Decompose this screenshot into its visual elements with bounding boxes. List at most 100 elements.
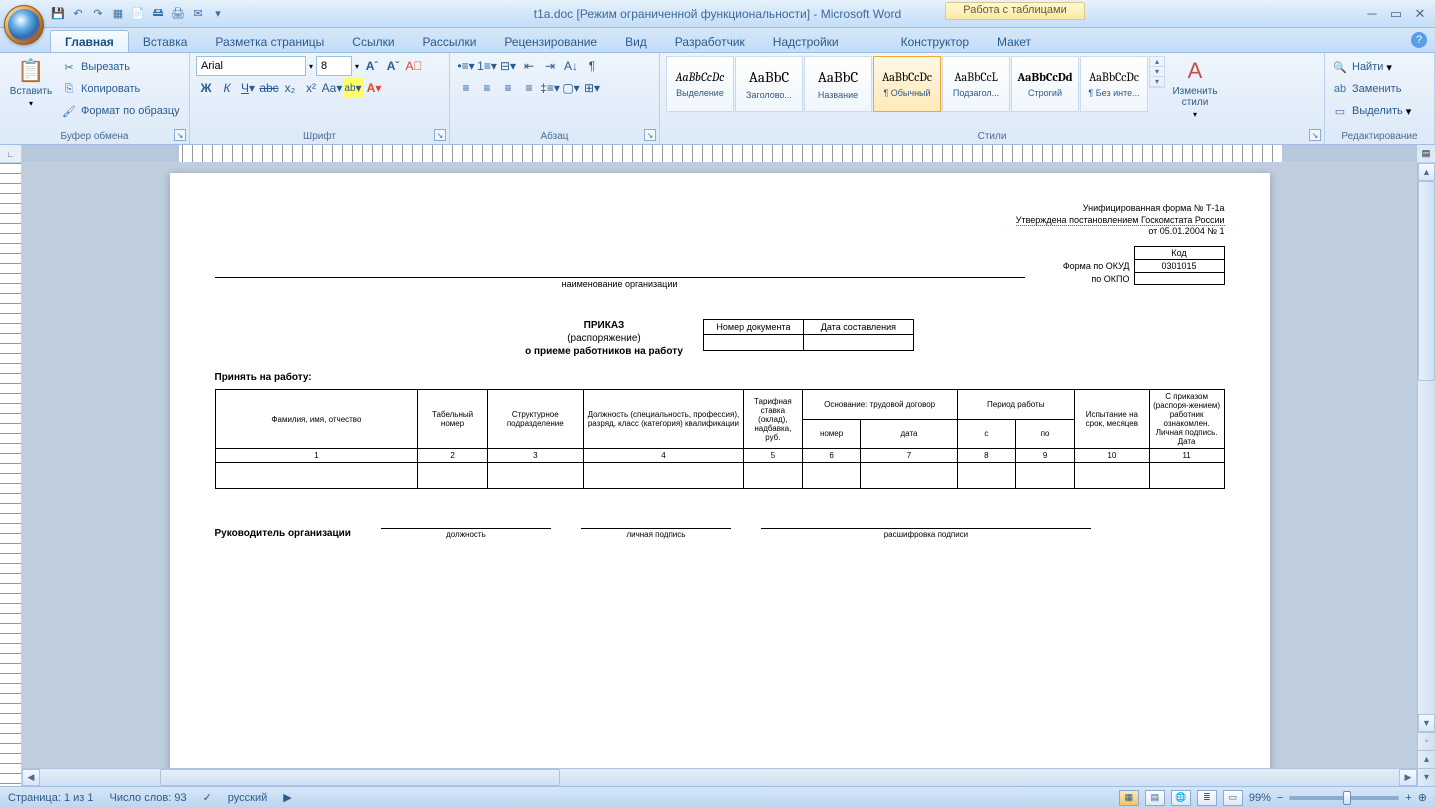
superscript-icon[interactable]: x² (301, 78, 321, 98)
bold-icon[interactable]: Ж (196, 78, 216, 98)
qat-icon[interactable]: 🖨 (170, 6, 186, 22)
hscroll-thumb[interactable] (160, 769, 560, 786)
scroll-up-icon[interactable]: ▲ (1418, 163, 1435, 181)
bullets-icon[interactable]: •≡▾ (456, 56, 476, 76)
style-item[interactable]: AaBbCcDc¶ Без инте... (1080, 56, 1148, 112)
tab-home[interactable]: Главная (50, 30, 129, 52)
grow-font-icon[interactable]: Aˆ (362, 56, 382, 76)
tab-developer[interactable]: Разработчик (661, 31, 759, 52)
tab-selector[interactable]: ∟ (0, 145, 22, 163)
outdent-icon[interactable]: ⇤ (519, 56, 539, 76)
qat-more-icon[interactable]: ▾ (210, 6, 226, 22)
zoom-fit-icon[interactable]: ⊕ (1418, 791, 1427, 804)
font-color-icon[interactable]: A▾ (364, 78, 384, 98)
multilevel-icon[interactable]: ⊟▾ (498, 56, 518, 76)
align-left-icon[interactable]: ≡ (456, 78, 476, 98)
close-button[interactable]: ✕ (1409, 6, 1431, 22)
tab-references[interactable]: Ссылки (338, 31, 408, 52)
zoom-slider[interactable] (1289, 796, 1399, 800)
help-icon[interactable]: ? (1411, 32, 1427, 48)
style-item[interactable]: AaBbCНазвание (804, 56, 872, 112)
shading-icon[interactable]: ▢▾ (561, 78, 581, 98)
tab-view[interactable]: Вид (611, 31, 661, 52)
tab-table-design[interactable]: Конструктор (887, 31, 983, 52)
restore-button[interactable]: ▭ (1385, 6, 1407, 22)
font-launcher[interactable]: ↘ (434, 129, 446, 141)
document-area[interactable]: Унифицированная форма № Т-1а Утверждена … (22, 163, 1417, 786)
underline-icon[interactable]: Ч▾ (238, 78, 258, 98)
web-view[interactable]: 🌐 (1171, 790, 1191, 806)
select-button[interactable]: ▭Выделить▾ (1331, 100, 1411, 122)
borders-icon[interactable]: ⊞▾ (582, 78, 602, 98)
minimize-button[interactable]: ─ (1361, 6, 1383, 22)
style-item[interactable]: AaBbCcDdСтрогий (1011, 56, 1079, 112)
paragraph-launcher[interactable]: ↘ (644, 129, 656, 141)
tab-insert[interactable]: Вставка (129, 31, 202, 52)
spellcheck-icon[interactable]: ✓ (203, 791, 212, 804)
style-item[interactable]: AaBbCcDcВыделение (666, 56, 734, 112)
find-button[interactable]: 🔍Найти▾ (1331, 56, 1392, 78)
subscript-icon[interactable]: x₂ (280, 78, 300, 98)
browse-object-icon[interactable]: ◦ (1418, 732, 1435, 750)
page-status[interactable]: Страница: 1 из 1 (8, 792, 94, 804)
zoom-out-icon[interactable]: − (1277, 792, 1283, 804)
outline-view[interactable]: ≣ (1197, 790, 1217, 806)
office-button[interactable] (4, 5, 44, 45)
language-status[interactable]: русский (228, 792, 267, 804)
macro-icon[interactable]: ▶ (283, 791, 291, 804)
show-marks-icon[interactable]: ¶ (582, 56, 602, 76)
justify-icon[interactable]: ≡ (519, 78, 539, 98)
print-layout-view[interactable]: ▦ (1119, 790, 1139, 806)
scroll-left-icon[interactable]: ◀ (22, 769, 40, 786)
prev-page-icon[interactable]: ▴ (1418, 750, 1435, 768)
clear-format-icon[interactable]: A⃠ (404, 56, 424, 76)
qat-icon[interactable]: ✉ (190, 6, 206, 22)
align-right-icon[interactable]: ≡ (498, 78, 518, 98)
qat-icon[interactable]: ▦ (110, 6, 126, 22)
change-styles-button[interactable]: AИзменить стили▾ (1165, 56, 1225, 121)
document-page[interactable]: Унифицированная форма № Т-1а Утверждена … (170, 173, 1270, 786)
horizontal-scrollbar[interactable]: ◀ ▶ (22, 769, 1417, 786)
undo-icon[interactable]: ↶ (70, 6, 86, 22)
ruler-toggle[interactable]: ▤ (1417, 145, 1435, 162)
vertical-ruler[interactable] (0, 163, 22, 786)
clipboard-launcher[interactable]: ↘ (174, 129, 186, 141)
sort-icon[interactable]: A↓ (561, 56, 581, 76)
scroll-down-icon[interactable]: ▼ (1418, 714, 1435, 732)
replace-button[interactable]: abЗаменить (1331, 78, 1401, 100)
shrink-font-icon[interactable]: Aˇ (383, 56, 403, 76)
font-name-input[interactable] (196, 56, 306, 76)
style-item[interactable]: AaBbCcDc¶ Обычный (873, 56, 941, 112)
scroll-thumb[interactable] (1418, 181, 1435, 381)
copy-button[interactable]: ⎘Копировать (60, 78, 180, 100)
word-count[interactable]: Число слов: 93 (110, 792, 187, 804)
style-scroll[interactable]: ▴▾▾ (1149, 56, 1165, 88)
next-page-icon[interactable]: ▾ (1418, 768, 1435, 786)
fullscreen-view[interactable]: ▤ (1145, 790, 1165, 806)
zoom-value[interactable]: 99% (1249, 792, 1271, 804)
style-item[interactable]: AaBbCЗаголово... (735, 56, 803, 112)
indent-icon[interactable]: ⇥ (540, 56, 560, 76)
qat-icon[interactable]: 🖴 (150, 6, 166, 22)
strike-icon[interactable]: abc (259, 78, 279, 98)
scroll-right-icon[interactable]: ▶ (1399, 769, 1417, 786)
vertical-scrollbar[interactable]: ▲ ▼ ◦ ▴ ▾ (1417, 163, 1435, 786)
tab-pagelayout[interactable]: Разметка страницы (201, 31, 338, 52)
italic-icon[interactable]: К (217, 78, 237, 98)
tab-mailings[interactable]: Рассылки (409, 31, 491, 52)
horizontal-ruler[interactable] (22, 145, 1417, 162)
styles-launcher[interactable]: ↘ (1309, 129, 1321, 141)
font-size-input[interactable] (316, 56, 352, 76)
zoom-in-icon[interactable]: + (1405, 792, 1411, 804)
tab-review[interactable]: Рецензирование (490, 31, 611, 52)
draft-view[interactable]: ▭ (1223, 790, 1243, 806)
highlight-icon[interactable]: ab▾ (343, 78, 363, 98)
redo-icon[interactable]: ↷ (90, 6, 106, 22)
align-center-icon[interactable]: ≡ (477, 78, 497, 98)
paste-button[interactable]: 📋Вставить▾ (6, 56, 56, 110)
save-icon[interactable]: 💾 (50, 6, 66, 22)
tab-table-layout[interactable]: Макет (983, 31, 1045, 52)
change-case-icon[interactable]: Aa▾ (322, 78, 342, 98)
qat-icon[interactable]: 📄 (130, 6, 146, 22)
tab-addins[interactable]: Надстройки (759, 31, 853, 52)
